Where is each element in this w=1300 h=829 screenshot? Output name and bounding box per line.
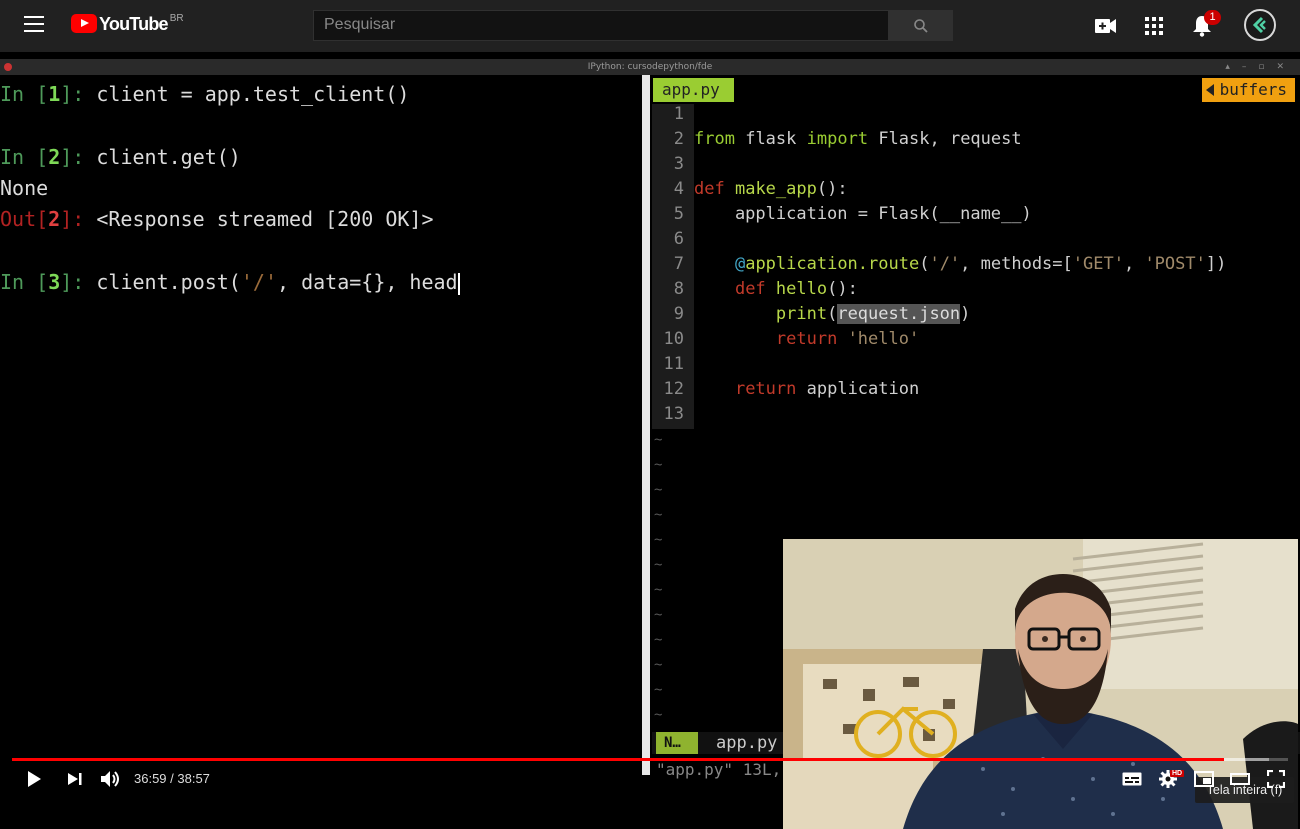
logo-text: YouTube xyxy=(99,14,169,34)
empty-line-marker: ~ xyxy=(654,657,663,673)
line-number: 2 xyxy=(673,129,684,149)
miniplayer-icon xyxy=(1194,771,1214,787)
code-line: print(request.json) xyxy=(775,304,971,324)
terminal-titlebar: IPython: cursodepython/fde ▴–▫✕ xyxy=(0,59,1300,75)
code-line: @application.route('/', methods=['GET', … xyxy=(734,254,1227,274)
empty-line-marker: ~ xyxy=(654,582,663,598)
search-icon xyxy=(913,18,928,33)
terminal-window-controls: ▴–▫✕ xyxy=(1225,62,1296,72)
progress-bar[interactable] xyxy=(12,758,1288,761)
fullscreen-icon xyxy=(1267,770,1285,788)
channel-logo-icon xyxy=(1252,16,1266,34)
search-input[interactable]: Pesquisar xyxy=(313,10,889,41)
progress-played xyxy=(12,758,1224,761)
line-number: 12 xyxy=(663,379,684,399)
subtitles-icon xyxy=(1122,772,1142,786)
empty-line-marker: ~ xyxy=(654,532,663,548)
empty-line-marker: ~ xyxy=(654,707,663,723)
code-line: from flask import Flask, request xyxy=(694,129,1022,149)
next-icon xyxy=(68,773,82,785)
notification-count-badge: 1 xyxy=(1204,10,1221,25)
theater-mode-icon xyxy=(1230,773,1250,785)
play-button[interactable] xyxy=(22,766,46,792)
code-line: return application xyxy=(734,379,920,399)
ipython-input-line: In [1]: client = app.test_client() xyxy=(0,82,410,106)
code-line: def hello(): xyxy=(734,279,858,299)
ipython-input-line: In [3]: client.post('/', data={}, head xyxy=(0,270,460,295)
highlighted-selection: request.json xyxy=(837,304,961,324)
empty-line-marker: ~ xyxy=(654,507,663,523)
line-number: 9 xyxy=(673,304,684,324)
video-player[interactable]: IPython: cursodepython/fde ▴–▫✕ In [1]: … xyxy=(0,56,1300,829)
vim-mode-indicator: N… xyxy=(656,732,698,754)
youtube-play-icon xyxy=(71,14,97,33)
terminal-title: IPython: cursodepython/fde xyxy=(587,62,713,72)
line-number: 6 xyxy=(673,229,684,249)
empty-line-marker: ~ xyxy=(654,632,663,648)
volume-button[interactable] xyxy=(98,766,124,792)
empty-line-marker: ~ xyxy=(654,557,663,573)
line-number: 5 xyxy=(673,204,684,224)
code-line: application = Flask(__name__) xyxy=(694,204,1032,224)
terminal-close-icon xyxy=(4,63,12,71)
empty-line-marker: ~ xyxy=(654,432,663,448)
miniplayer-button[interactable] xyxy=(1192,766,1216,792)
line-number: 3 xyxy=(673,154,684,174)
subtitles-button[interactable] xyxy=(1120,766,1144,792)
text-cursor xyxy=(457,272,460,295)
empty-line-marker: ~ xyxy=(654,682,663,698)
hd-badge: HD xyxy=(1170,770,1185,777)
empty-line-marker: ~ xyxy=(654,482,663,498)
line-number: 7 xyxy=(673,254,684,274)
time-display: 36:59 / 38:57 xyxy=(134,771,210,786)
ipython-input-line: In [2]: client.get() xyxy=(0,145,241,169)
pane-divider xyxy=(642,75,650,775)
ipython-output-line: Out[2]: <Response streamed [200 OK]> xyxy=(0,207,434,231)
theater-mode-button[interactable] xyxy=(1228,766,1252,792)
search-button[interactable] xyxy=(888,10,953,41)
masthead: YouTube BR Pesquisar 1 xyxy=(0,0,1300,52)
line-number: 1 xyxy=(673,104,684,124)
volume-icon xyxy=(101,771,119,787)
empty-line-marker: ~ xyxy=(654,457,663,473)
avatar[interactable] xyxy=(1244,9,1276,41)
line-number: 10 xyxy=(663,329,684,349)
line-number: 8 xyxy=(673,279,684,299)
empty-line-marker: ~ xyxy=(654,607,663,623)
next-button[interactable] xyxy=(63,766,87,792)
ipython-output-text: None xyxy=(0,176,49,200)
country-code: BR xyxy=(169,13,184,24)
menu-icon[interactable] xyxy=(24,16,46,34)
vim-buffers-label: buffers xyxy=(1201,78,1295,102)
line-number: 4 xyxy=(673,179,684,199)
ipython-pane: In [1]: client = app.test_client() In [2… xyxy=(0,78,642,778)
vim-tab-app-py: app.py xyxy=(653,78,734,102)
apps-grid-icon[interactable] xyxy=(1142,14,1166,38)
fullscreen-button[interactable] xyxy=(1264,766,1288,792)
line-number: 11 xyxy=(663,354,684,374)
play-icon xyxy=(28,771,41,787)
code-line: def make_app(): xyxy=(694,179,848,199)
create-video-icon[interactable] xyxy=(1094,14,1118,38)
vim-status-filename: app.py xyxy=(716,733,778,753)
line-number: 13 xyxy=(663,404,684,424)
youtube-logo[interactable]: YouTube BR xyxy=(71,14,184,34)
code-line: return 'hello' xyxy=(775,329,920,349)
